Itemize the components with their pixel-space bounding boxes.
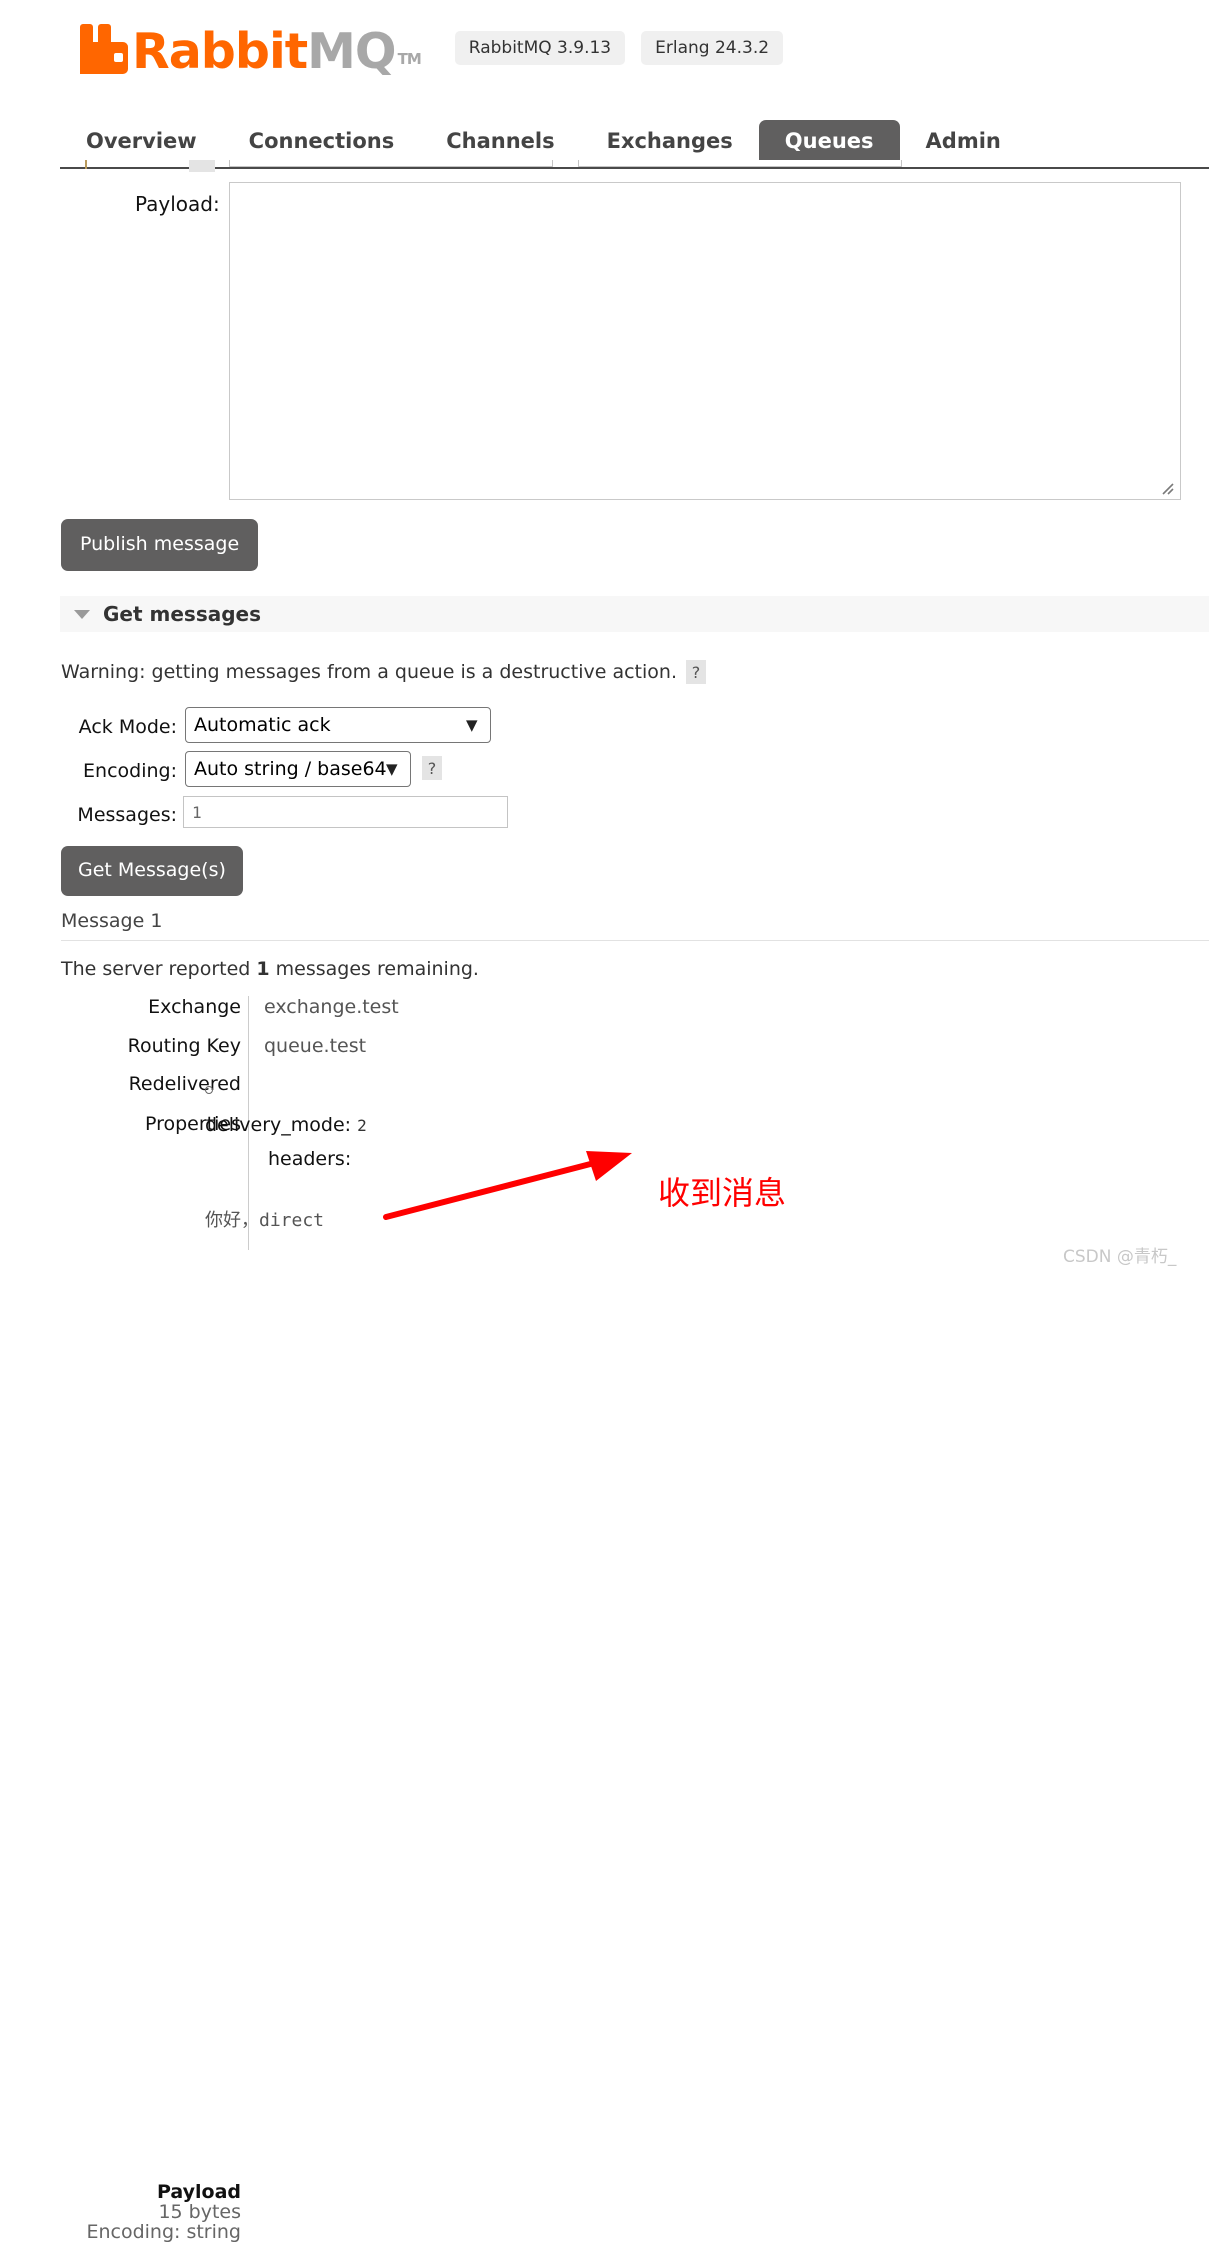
message-1-divider [61,940,1209,941]
messages-count-input[interactable] [183,796,508,828]
tab-exchanges[interactable]: Exchanges [581,120,759,164]
get-messages-button[interactable]: Get Message(s) [61,846,243,896]
publish-message-button[interactable]: Publish message [61,519,259,571]
scrolled-field-marker [85,160,87,169]
tab-overview[interactable]: Overview [60,120,223,164]
rabbitmq-logo-icon [78,22,130,74]
ack-mode-select[interactable]: Automatic ack [185,707,491,743]
scrolled-add-button[interactable] [189,160,215,172]
nav-underline [60,167,1209,169]
warning-help-icon[interactable]: ? [685,660,706,684]
version-badges: RabbitMQ 3.9.13 Erlang 24.3.2 [454,31,784,65]
annotation-arrow-icon [383,1151,632,1220]
routing-key-label: Routing Key [127,1035,241,1057]
server-report-count: 1 [256,958,270,980]
tab-queues[interactable]: Queues [758,120,900,164]
payload-result-label: Payload [156,2181,241,2203]
annotation-label: 收到消息 [658,1174,787,1212]
redelivered-label: Redelivered [128,1073,241,1095]
tab-channels[interactable]: Channels [420,120,580,164]
logo-word-mq: MQ [307,23,396,80]
logo-word-rabbit: Rabbit [132,23,308,80]
tab-connections[interactable]: Connections [223,120,421,164]
property-headers-key: headers: [268,1148,352,1170]
exchange-value: exchange.test [264,996,399,1018]
delivery-mode-value: 2 [357,1116,367,1135]
redelivered-false-circle-icon [205,1086,213,1094]
logo-wordmark: RabbitMQ TM [132,27,422,76]
scrolled-input-right[interactable] [578,160,902,167]
delivery-mode-key: delivery_mode: [205,1114,352,1136]
page-header: RabbitMQ TM RabbitMQ 3.9.13 Erlang 24.3.2… [0,0,1209,169]
payload-encoding-label: Encoding: string [86,2221,241,2243]
logo-trademark: TM [397,50,422,68]
payload-label: Payload: [135,192,220,216]
routing-key-value: queue.test [264,1035,367,1057]
exchange-label: Exchange [148,996,241,1018]
logo-eye [114,53,123,62]
brand-logo: RabbitMQ TM RabbitMQ 3.9.13 Erlang 24.3.2 [78,22,784,76]
destructive-action-warning: Warning: getting messages from a queue i… [61,660,706,684]
ack-mode-label: Ack Mode: [78,716,177,738]
scrolled-input-left[interactable] [229,160,553,167]
csdn-watermark: CSDN @青朽_ [1063,1247,1177,1267]
server-report-text: The server reported 1 messages remaining… [61,958,479,980]
message-1-heading: Message 1 [61,910,163,932]
warning-text: Warning: getting messages from a queue i… [61,661,677,683]
server-report-prefix: The server reported [61,958,257,980]
messages-count-label: Messages: [77,804,177,826]
property-delivery-mode: delivery_mode: 2 [205,1114,367,1136]
erlang-version-badge: Erlang 24.3.2 [641,31,784,65]
rabbitmq-version-badge: RabbitMQ 3.9.13 [454,31,626,65]
encoding-label: Encoding: [83,760,177,782]
collapse-triangle-icon[interactable] [74,609,90,619]
payload-textarea[interactable] [229,182,1181,500]
server-report-suffix: messages remaining. [269,958,479,980]
payload-size-label: 15 bytes [158,2201,241,2223]
encoding-select[interactable]: Auto string / base64 [185,751,411,787]
nav-tab-list: Overview Connections Channels Exchanges … [60,118,1209,164]
tab-admin[interactable]: Admin [900,120,1027,164]
payload-result-value: 你好，direct [205,1210,325,1231]
get-messages-title: Get messages [103,602,261,626]
encoding-help-icon[interactable]: ? [422,756,442,780]
get-messages-section-header[interactable]: Get messages [60,596,1209,632]
